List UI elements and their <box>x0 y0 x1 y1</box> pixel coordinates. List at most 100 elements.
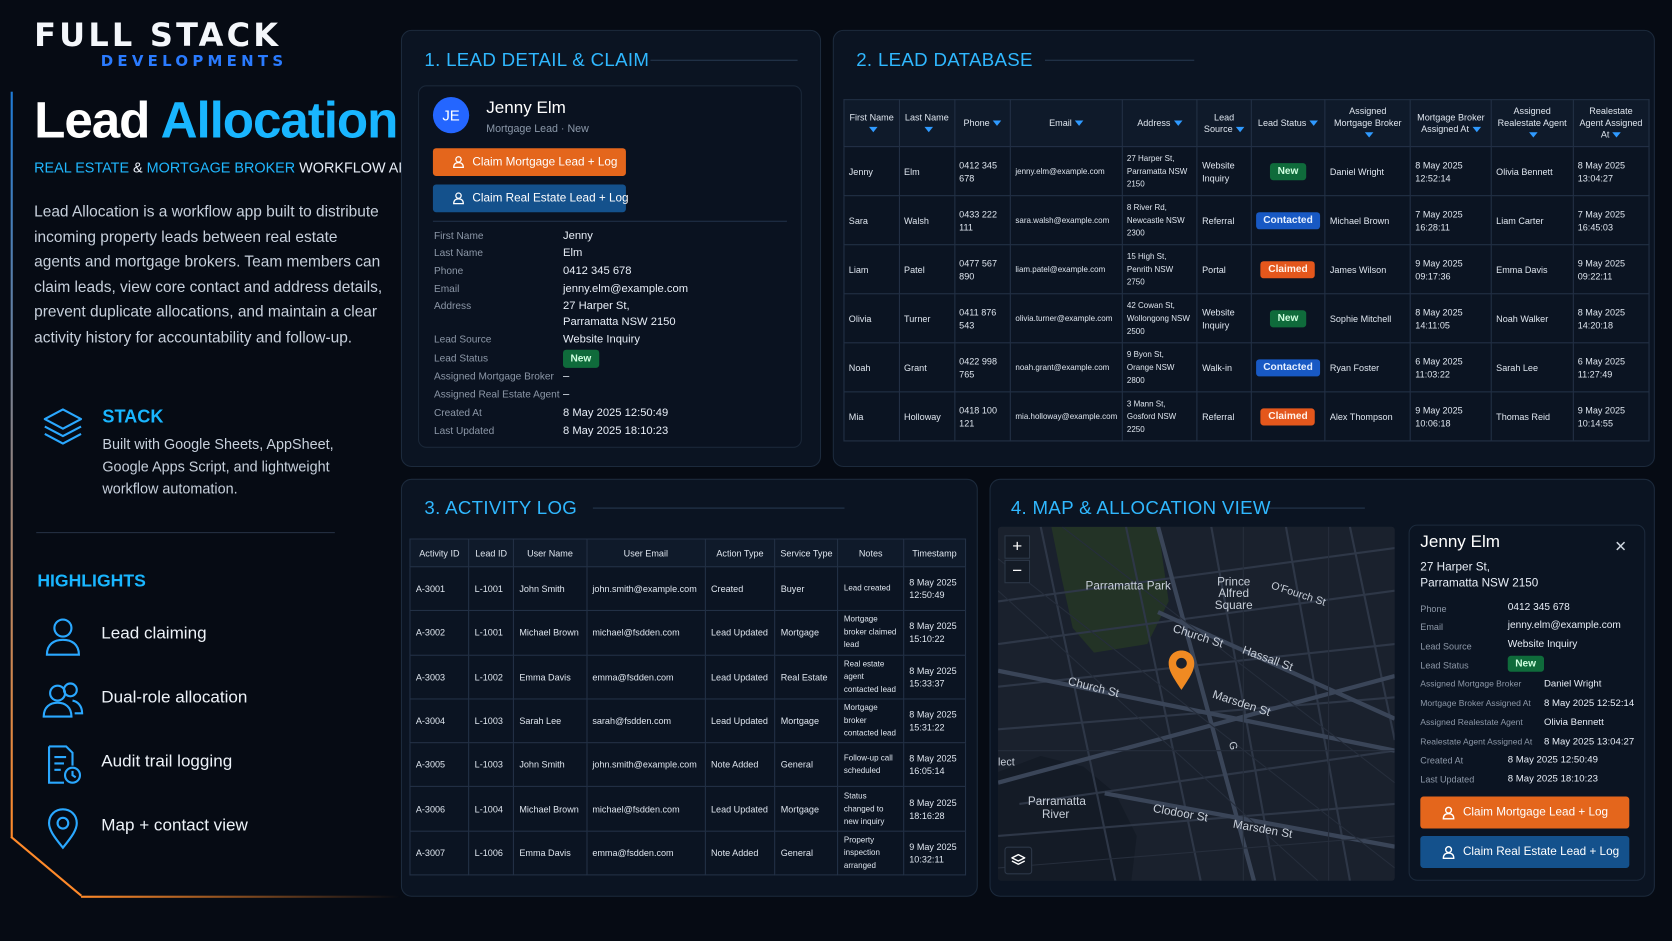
accent-line-bottom <box>81 895 401 898</box>
header-label: Address <box>1137 117 1171 128</box>
table-cell: 6 May 2025 11:03:22 <box>1409 342 1492 393</box>
column-header[interactable]: Realestate Agent Assigned At <box>1572 99 1650 148</box>
zoom-out-button[interactable]: − <box>1004 559 1031 584</box>
column-header[interactable]: Notes <box>837 538 904 568</box>
table-cell: Walsh <box>898 195 955 246</box>
table-cell: John Smith <box>512 742 588 788</box>
field-value: 8 May 2025 18:10:23 <box>563 424 669 438</box>
filter-icon[interactable] <box>1472 126 1481 132</box>
column-header[interactable]: Assigned Mortgage Broker <box>1324 99 1412 148</box>
field-value: – <box>563 370 570 383</box>
table-cell: Lead Updated <box>704 654 776 700</box>
table-row[interactable]: Mia Holloway 0418 100 121 mia.holloway@exam… <box>843 391 1650 442</box>
user-icon <box>1442 845 1455 859</box>
panel-title-map: 4. MAP & ALLOCATION VIEW <box>1010 496 1271 519</box>
table-cell: L-1001 <box>468 566 515 612</box>
filter-icon[interactable] <box>1235 126 1245 132</box>
info-label: Phone <box>1420 603 1447 615</box>
table-cell: Real estate agent contacted lead <box>837 654 904 700</box>
filter-icon[interactable] <box>1309 120 1319 127</box>
claim-realestate-button[interactable]: Claim Real Estate Lead + Log <box>432 184 629 213</box>
column-header[interactable]: Last Name <box>898 99 955 148</box>
column-header[interactable]: Address <box>1121 99 1198 148</box>
filter-icon[interactable] <box>992 120 1002 127</box>
table-header-row: First Name Last Name Phone Email Address… <box>843 99 1650 148</box>
filter-icon[interactable] <box>1529 132 1539 138</box>
column-header[interactable]: Service Type <box>774 538 839 568</box>
close-icon[interactable]: ✕ <box>1614 537 1627 555</box>
lead-database-table: First Name Last Name Phone Email Address… <box>843 99 1650 442</box>
table-cell: 8 May 2025 15:31:22 <box>902 698 967 744</box>
table-row[interactable]: Jenny Elm 0412 345 678 jenny.elm@example.co… <box>843 146 1650 197</box>
table-row[interactable]: Noah Grant 0422 998 765 noah.grant@example.… <box>843 342 1650 393</box>
table-row[interactable]: Sara Walsh 0433 222 111 sara.walsh@example.… <box>843 195 1650 246</box>
table-row[interactable]: Liam Patel 0477 567 890 liam.patel@example.… <box>843 244 1650 295</box>
claim-mortgage-button[interactable]: Claim Mortgage Lead + Log <box>432 148 626 176</box>
table-cell: Thomas Reid <box>1490 391 1574 442</box>
title-underline <box>1268 507 1365 509</box>
table-cell: Mia <box>843 391 900 442</box>
table-row[interactable]: A-3001 L-1001 John Smith john.smith@example… <box>409 566 967 612</box>
filter-icon[interactable] <box>1612 132 1622 138</box>
map-view[interactable]: Parramatta Park Prince Alfred Square O'F… <box>998 526 1395 881</box>
column-header[interactable]: Activity ID <box>409 538 470 568</box>
table-cell: 9 May 2025 10:32:11 <box>902 830 967 876</box>
zoom-in-button[interactable]: + <box>1004 535 1031 559</box>
panel-title-activity-log: 3. ACTIVITY LOG <box>424 496 578 519</box>
field-value: 8 May 2025 12:50:49 <box>563 406 669 420</box>
title-underline <box>1044 59 1195 61</box>
column-header[interactable]: Email <box>1010 99 1123 148</box>
field-label: Email <box>433 283 460 296</box>
table-cell: General <box>774 742 839 788</box>
location-pin-icon[interactable] <box>1167 648 1197 691</box>
table-cell: A-3002 <box>409 610 470 656</box>
column-header[interactable]: User Email <box>585 538 706 568</box>
table-cell: 8 May 2025 18:16:28 <box>902 786 967 832</box>
column-header[interactable]: Assigned Realestate Agent <box>1490 99 1574 148</box>
column-header[interactable]: Timestamp <box>902 538 967 568</box>
filter-icon[interactable] <box>868 126 878 132</box>
table-cell: 6 May 2025 11:27:49 <box>1572 342 1650 393</box>
field-label: First Name <box>433 230 484 243</box>
claim-mortgage-button[interactable]: Claim Mortgage Lead + Log <box>1420 796 1630 829</box>
table-row[interactable]: Olivia Turner 0411 876 543 olivia.turner@ex… <box>843 293 1650 344</box>
claim-realestate-button[interactable]: Claim Real Estate Lead + Log <box>1420 835 1630 868</box>
filter-icon[interactable] <box>1075 120 1084 127</box>
table-cell: A-3001 <box>409 566 470 612</box>
column-header[interactable]: Phone <box>953 99 1012 148</box>
info-label: Mortgage Broker Assigned At <box>1420 698 1531 709</box>
table-cell: Liam Carter <box>1490 195 1574 246</box>
column-header[interactable]: First Name <box>843 99 900 148</box>
table-cell: 8 May 2025 15:10:22 <box>902 610 967 656</box>
subtitle-amp: & <box>129 159 147 176</box>
field-value: Elm <box>563 246 583 260</box>
table-cell: Lead Updated <box>704 698 776 744</box>
filter-icon[interactable] <box>1365 132 1374 138</box>
layers-button[interactable] <box>1004 846 1033 875</box>
highlight-map-contact: Map + contact view <box>41 806 361 853</box>
column-header[interactable]: Lead Status <box>1250 99 1326 148</box>
filter-icon[interactable] <box>924 126 933 132</box>
table-cell: 0418 100 121 <box>953 391 1012 442</box>
table-row[interactable]: A-3007 L-1006 Emma Davis emma@fsdden.com Not… <box>409 830 967 876</box>
panel-title-lead-database: 2. LEAD DATABASE <box>856 49 1033 71</box>
filter-icon[interactable] <box>1173 120 1183 127</box>
title-underline <box>592 507 845 509</box>
location-pin-icon <box>47 808 78 850</box>
table-row[interactable]: A-3005 L-1003 John Smith john.smith@example… <box>409 742 967 788</box>
table-cell: A-3004 <box>409 698 470 744</box>
column-header[interactable]: User Name <box>512 538 588 568</box>
table-cell: 42 Cowan St, Wollongong NSW 2500 <box>1121 293 1198 344</box>
field-value: – <box>563 388 570 401</box>
table-row[interactable]: A-3002 L-1001 Michael Brown michael@fsdden.… <box>409 610 967 656</box>
table-row[interactable]: A-3003 L-1002 Emma Davis emma@fsdden.com Lea… <box>409 654 967 700</box>
table-cell: 8 May 2025 12:52:14 <box>1409 146 1492 197</box>
column-header[interactable]: Lead Source <box>1196 99 1252 148</box>
brand-tagline: DEVELOPMENTS <box>100 53 288 71</box>
table-cell: Portal <box>1196 244 1252 295</box>
table-row[interactable]: A-3006 L-1004 Michael Brown michael@fsdden.… <box>409 786 967 832</box>
column-header[interactable]: Mortgage Broker Assigned At <box>1409 99 1492 148</box>
table-row[interactable]: A-3004 L-1003 Sarah Lee sarah@fsdden.com Lea… <box>409 698 967 744</box>
column-header[interactable]: Action Type <box>704 538 776 568</box>
column-header[interactable]: Lead ID <box>468 538 515 568</box>
